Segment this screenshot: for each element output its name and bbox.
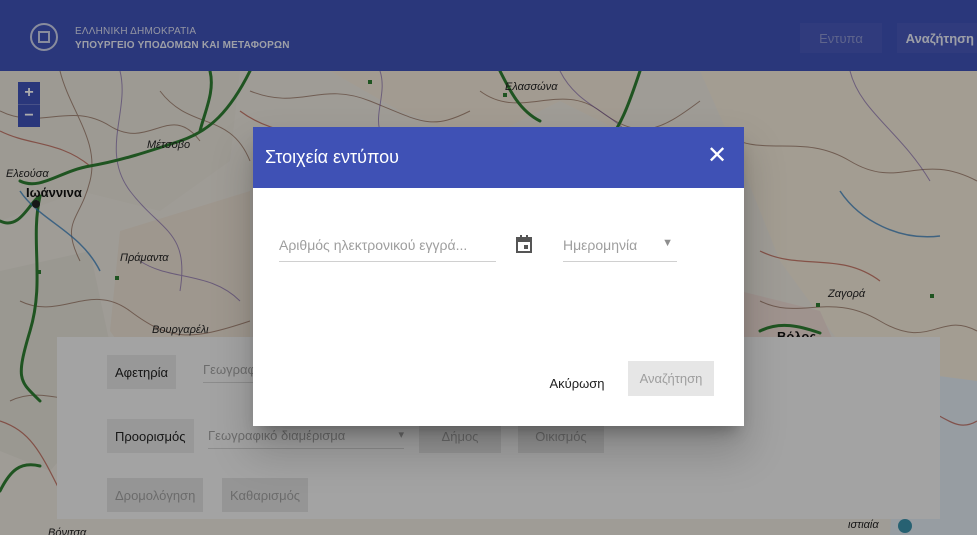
dialog-title: Στοιχεία εντύπου [265, 147, 400, 167]
dialog-header: Στοιχεία εντύπου ✕ [253, 127, 744, 188]
date-select[interactable]: Ημερομηνία ▼ [563, 237, 677, 262]
date-placeholder: Ημερομηνία [563, 237, 638, 253]
cancel-button[interactable]: Ακύρωση [544, 369, 610, 397]
close-icon[interactable]: ✕ [704, 143, 730, 169]
dialog-search-button[interactable]: Αναζήτηση [628, 361, 714, 396]
calendar-icon[interactable] [516, 235, 532, 253]
dropdown-arrow-icon: ▼ [662, 237, 673, 249]
form-details-dialog: Στοιχεία εντύπου ✕ Αριθμός ηλεκτρονικού … [253, 127, 744, 426]
electronic-registration-number-input[interactable]: Αριθμός ηλεκτρονικού εγγρά... [279, 237, 496, 262]
